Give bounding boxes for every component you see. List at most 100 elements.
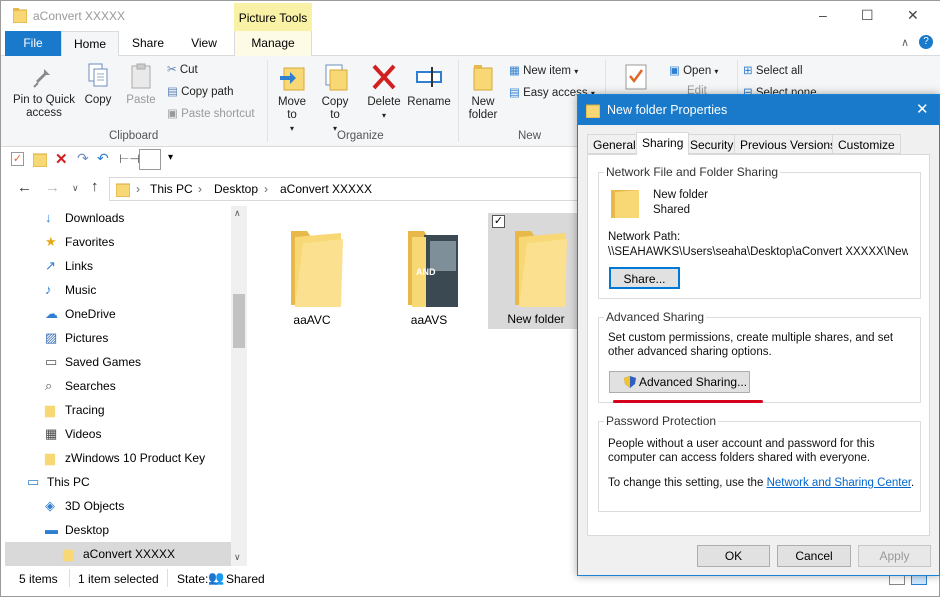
breadcrumb-this-pc[interactable]: This PC: [150, 182, 193, 196]
tab-sharing[interactable]: Sharing: [636, 132, 690, 155]
scroll-up-icon[interactable]: ∧: [234, 208, 241, 219]
forward-arrow-icon[interactable]: →: [45, 179, 60, 196]
tab-view[interactable]: View: [181, 31, 227, 56]
ribbon-tabs: File Home Share View Manage ∧ ?: [1, 31, 940, 57]
nav-item-links[interactable]: ↗ Links: [5, 254, 231, 278]
paste-shortcut-button[interactable]: ▣ Paste shortcut: [167, 106, 255, 120]
network-sharing-center-link[interactable]: Network and Sharing Center: [767, 477, 911, 489]
tab-home[interactable]: Home: [61, 31, 119, 57]
nav-item-music[interactable]: ♪ Music: [5, 278, 231, 302]
folder-item-aaavs[interactable]: AND aaAVS: [384, 215, 474, 331]
up-arrow-icon[interactable]: ↑: [91, 178, 99, 195]
nav-item-3d-objects[interactable]: ◈ 3D Objects: [5, 494, 231, 518]
folder-with-image-icon: [408, 231, 458, 307]
state-label: State:: [177, 572, 209, 586]
help-icon[interactable]: ?: [919, 35, 933, 49]
folder-item-new-folder[interactable]: ✓ New folder: [488, 213, 584, 329]
new-item-button[interactable]: ▦ New item ▾: [509, 63, 578, 77]
share-button[interactable]: Share...: [609, 267, 680, 289]
move-to-button[interactable]: Move to ▾: [273, 62, 311, 135]
new-folder-icon[interactable]: [33, 152, 47, 167]
breadcrumb-desktop[interactable]: Desktop: [214, 182, 258, 196]
minimize-button[interactable]: –: [819, 7, 827, 23]
nav-item-videos[interactable]: ▦ Videos: [5, 422, 231, 446]
checkbox-toggle-icon[interactable]: [139, 149, 161, 170]
state-value: Shared: [226, 572, 265, 586]
dropdown-arrow-icon: ▾: [574, 67, 579, 76]
delete-x-icon[interactable]: ✕: [55, 150, 68, 168]
advanced-sharing-button-label: Advanced Sharing...: [639, 375, 748, 389]
recent-locations-icon[interactable]: ∨: [72, 183, 79, 194]
folder-item-aaavc[interactable]: aaAVC: [267, 215, 357, 331]
tab-manage[interactable]: Manage: [234, 31, 312, 56]
nav-scrollbar-thumb[interactable]: [233, 294, 245, 348]
cancel-button[interactable]: Cancel: [777, 545, 851, 567]
close-button[interactable]: ✕: [907, 7, 919, 24]
nav-item-saved-games[interactable]: ▭ Saved Games: [5, 350, 231, 374]
nav-item-tracing[interactable]: ▆ Tracing: [5, 398, 231, 422]
properties-check-icon[interactable]: ✓: [11, 152, 24, 166]
nav-item-aconvert-xxxxx[interactable]: ▆ aConvert XXXXX: [5, 542, 231, 566]
rename-button[interactable]: Rename: [407, 62, 451, 109]
tab-customize[interactable]: Customize: [832, 134, 901, 154]
rename-icon[interactable]: ⊢⊣: [119, 152, 140, 166]
tab-file[interactable]: File: [5, 31, 61, 56]
thumbnail-text: AND: [416, 267, 436, 277]
copy-to-button[interactable]: Copy to ▾: [317, 62, 353, 135]
nav-item-onedrive[interactable]: ☁ OneDrive: [5, 302, 231, 326]
nav-item-this-pc[interactable]: ▭ This PC: [5, 470, 231, 494]
breadcrumb-aconvert[interactable]: aConvert XXXXX: [280, 182, 372, 196]
delete-x-icon: [372, 64, 396, 90]
nav-item-downloads[interactable]: ↓ Downloads: [5, 206, 231, 230]
new-folder-button[interactable]: New folder: [463, 62, 503, 122]
file-name: aaAVC: [293, 313, 331, 327]
dropdown-arrow-icon: ▾: [381, 111, 386, 120]
advanced-sharing-button[interactable]: Advanced Sharing...: [609, 371, 750, 393]
copy-button[interactable]: Copy: [81, 62, 115, 107]
nav-item-desktop[interactable]: ▬ Desktop: [5, 518, 231, 542]
tab-share[interactable]: Share: [125, 31, 171, 56]
tab-previous-versions[interactable]: Previous Versions: [734, 134, 843, 154]
redo-icon[interactable]: ↷: [77, 150, 89, 167]
nav-item-zwindows-10-product-key[interactable]: ▆ zWindows 10 Product Key: [5, 446, 231, 470]
nav-item-pictures[interactable]: ▨ Pictures: [5, 326, 231, 350]
new-folder-icon: [473, 65, 493, 91]
dialog-close-button[interactable]: ✕: [916, 100, 929, 118]
ok-button[interactable]: OK: [697, 545, 770, 567]
folder-icon: [586, 104, 600, 118]
tab-general[interactable]: General: [587, 134, 642, 154]
title-bar: aConvert XXXXX Picture Tools – ☐ ✕: [1, 1, 940, 33]
scroll-down-icon[interactable]: ∨: [234, 552, 241, 563]
paste-shortcut-label: Paste shortcut: [181, 108, 255, 120]
download-arrow-icon: ↓: [45, 210, 52, 225]
pin-to-quick-access-button[interactable]: Pin to Quick access: [9, 62, 79, 120]
network-sharing-title: Network File and Folder Sharing: [604, 165, 781, 179]
cut-label: Cut: [179, 64, 198, 76]
maximize-button[interactable]: ☐: [861, 7, 874, 24]
customize-toolbar-icon[interactable]: ▾: [168, 152, 173, 163]
folder-icon: ▆: [63, 546, 73, 561]
properties-button[interactable]: [621, 62, 651, 96]
select-all-button[interactable]: ⊞ Select all: [743, 63, 803, 77]
advanced-sharing-description: Set custom permissions, create multiple …: [608, 332, 894, 358]
back-arrow-icon[interactable]: ←: [17, 179, 32, 196]
apply-button[interactable]: Apply: [858, 545, 931, 567]
paste-button[interactable]: Paste: [123, 62, 159, 107]
delete-button[interactable]: Delete ▾: [365, 62, 403, 122]
nav-item-favorites[interactable]: ★ Favorites: [5, 230, 231, 254]
copy-path-button[interactable]: ▤ Copy path: [167, 84, 234, 98]
new-item-label: New item: [523, 65, 572, 77]
nav-item-searches[interactable]: ⌕ Searches: [5, 374, 231, 398]
computer-icon: ▭: [27, 474, 40, 489]
selection-checkbox[interactable]: ✓: [492, 215, 505, 228]
cut-button[interactable]: ✂ Cut: [167, 62, 198, 76]
address-bar[interactable]: › This PC › Desktop › aConvert XXXXX: [109, 177, 579, 201]
clipboard-icon: [131, 63, 151, 89]
chevron-up-icon[interactable]: ∧: [901, 36, 909, 49]
undo-icon[interactable]: ↶: [97, 150, 109, 167]
nav-scrollbar[interactable]: [231, 206, 247, 566]
nav-item-label: aConvert XXXXX: [83, 547, 176, 561]
open-button[interactable]: ▣ Open ▾: [669, 63, 718, 77]
network-path-value: \\SEAHAWKS\Users\seaha\Desktop\aConvert …: [608, 246, 908, 258]
tab-security[interactable]: Security: [684, 134, 740, 154]
